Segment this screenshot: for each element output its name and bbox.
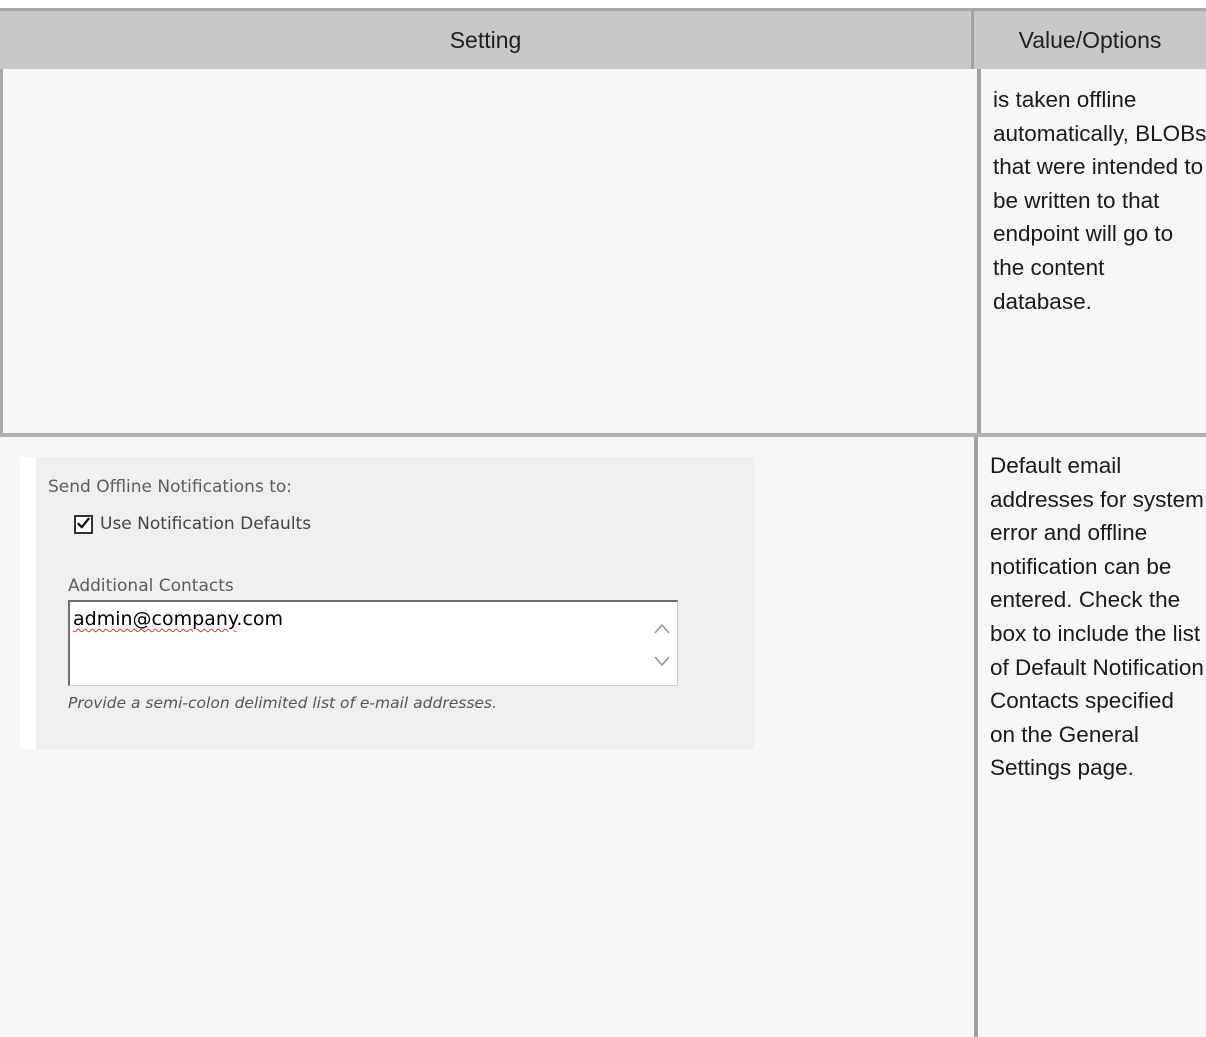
chevron-down-icon[interactable] — [653, 654, 671, 668]
header-value-options: Value/Options — [974, 8, 1206, 69]
additional-contacts-input[interactable]: admin@company.com — [68, 600, 678, 686]
settings-table: Setting Value/Options is taken offline a… — [0, 8, 1206, 1037]
offline-notification-form: Send Offline Notifications to: Use Notif… — [20, 457, 754, 749]
checkmark-icon — [77, 517, 90, 528]
table-row: is taken offline automatically, BLOBs th… — [0, 69, 1206, 433]
send-offline-notifications-label: Send Offline Notifications to: — [48, 477, 292, 497]
use-notification-defaults-checkbox[interactable] — [74, 514, 93, 534]
additional-contacts-value: admin@company.com — [73, 608, 283, 630]
use-notification-defaults-label: Use Notification Defaults — [100, 514, 312, 534]
header-setting: Setting — [0, 8, 974, 69]
value-description: Default email addresses for system error… — [990, 453, 1204, 781]
spellcheck-flagged-text: admin@company — [73, 608, 237, 630]
header-setting-label: Setting — [449, 27, 522, 53]
form-edge — [20, 457, 36, 749]
contacts-value-suffix: .com — [236, 608, 284, 630]
value-description: is taken offline automatically, BLOBs th… — [993, 87, 1206, 314]
contacts-hint-text: Provide a semi-colon delimited list of e… — [68, 694, 497, 712]
table-row: Send Offline Notifications to: Use Notif… — [0, 433, 1206, 1037]
column-divider — [974, 437, 978, 1037]
additional-contacts-label: Additional Contacts — [68, 576, 234, 596]
header-value-label: Value/Options — [1018, 27, 1162, 53]
chevron-up-icon[interactable] — [653, 622, 671, 636]
column-divider — [977, 69, 981, 433]
use-defaults-row[interactable]: Use Notification Defaults — [74, 514, 311, 534]
